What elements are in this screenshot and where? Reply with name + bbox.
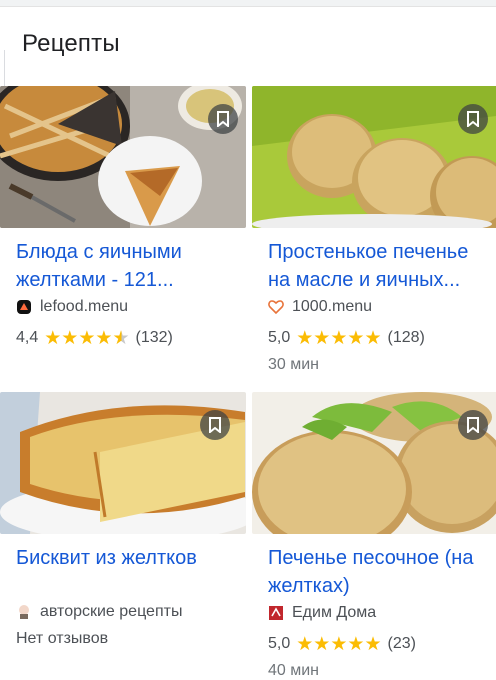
star-icon: ★ — [296, 633, 314, 655]
recipe-image-cookies[interactable] — [252, 86, 496, 228]
recipe-card-1[interactable]: Блюда с яичными желтками - 121... lefood… — [0, 86, 246, 376]
chef-logo-icon — [16, 604, 32, 620]
rating-value: 5,0 — [268, 635, 291, 652]
star-half-icon: ★ — [112, 327, 130, 349]
source-name: lefood.menu — [40, 298, 129, 315]
star-icon: ★ — [296, 327, 314, 349]
rating-value: 4,4 — [16, 329, 39, 346]
cook-time: 40 мин — [268, 662, 320, 679]
save-recipe-button[interactable] — [200, 410, 230, 440]
star-icon: ★ — [347, 633, 365, 655]
recipe-card-4[interactable]: Печенье песочное (на желтках) Едим Дома … — [252, 392, 496, 680]
rating-row: 5,0 ★ ★ ★ ★ ★ (128) — [268, 328, 425, 348]
source-name: 1000.menu — [292, 298, 373, 315]
star-icon: ★ — [313, 633, 331, 655]
top-divider — [0, 0, 496, 7]
review-count: (128) — [387, 329, 425, 346]
section-title: Рецепты — [22, 30, 120, 57]
rating-stars: ★ ★ ★ ★ ★ — [296, 329, 381, 348]
recipe-card-2[interactable]: Простенькое печенье на масле и яичных...… — [252, 86, 496, 376]
rating-stars: ★ ★ ★ ★ ★ — [44, 329, 129, 348]
save-recipe-button[interactable] — [458, 104, 488, 134]
recipe-image-shortbread[interactable] — [252, 392, 496, 534]
star-icon: ★ — [347, 327, 365, 349]
scroll-edge — [0, 50, 5, 90]
bookmark-icon — [467, 111, 479, 127]
recipe-source: Едим Дома — [268, 603, 376, 623]
edim-doma-logo-icon — [268, 605, 284, 621]
recipe-source: lefood.menu — [16, 297, 128, 317]
bookmark-icon — [209, 417, 221, 433]
no-reviews-label: Нет отзывов — [16, 630, 109, 647]
recipe-title-line1[interactable]: Печенье песочное (на — [268, 544, 473, 572]
rating-stars: ★ ★ ★ ★ ★ — [296, 635, 381, 654]
source-name: Едим Дома — [292, 604, 377, 621]
lefood-logo-icon — [16, 299, 32, 315]
bookmark-icon — [217, 111, 229, 127]
star-icon: ★ — [330, 633, 348, 655]
recipe-image-tart[interactable] — [0, 86, 246, 228]
source-name: авторские рецепты — [40, 603, 183, 620]
recipe-source: авторские рецепты — [16, 602, 182, 622]
cook-time: 30 мин — [268, 356, 320, 373]
recipe-title-line2[interactable]: желтках) — [268, 572, 350, 600]
rating-row: 5,0 ★ ★ ★ ★ ★ (23) — [268, 634, 416, 654]
recipe-title-line2[interactable]: на масле и яичных... — [268, 266, 460, 294]
star-icon: ★ — [364, 327, 382, 349]
heart-logo-icon — [268, 299, 284, 315]
review-count: (132) — [135, 329, 173, 346]
recipe-title-line1[interactable]: Простенькое печенье — [268, 238, 468, 266]
recipe-image-sponge-cake[interactable] — [0, 392, 246, 534]
recipe-title-line1[interactable]: Блюда с яичными — [16, 238, 182, 266]
star-icon: ★ — [78, 327, 96, 349]
star-icon: ★ — [313, 327, 331, 349]
recipe-title-line2[interactable]: желтками - 121... — [16, 266, 174, 294]
star-icon: ★ — [364, 633, 382, 655]
bookmark-icon — [467, 417, 479, 433]
save-recipe-button[interactable] — [208, 104, 238, 134]
save-recipe-button[interactable] — [458, 410, 488, 440]
review-count: (23) — [387, 635, 416, 652]
star-icon: ★ — [44, 327, 62, 349]
rating-row: 4,4 ★ ★ ★ ★ ★ (132) — [16, 328, 173, 348]
star-icon: ★ — [330, 327, 348, 349]
rating-value: 5,0 — [268, 329, 291, 346]
recipe-title-line1[interactable]: Бисквит из желтков — [16, 544, 197, 572]
recipe-source: 1000.menu — [268, 297, 372, 317]
recipe-card-3[interactable]: Бисквит из желтков авторские рецепты Нет… — [0, 392, 246, 680]
star-icon: ★ — [61, 327, 79, 349]
star-icon: ★ — [95, 327, 113, 349]
